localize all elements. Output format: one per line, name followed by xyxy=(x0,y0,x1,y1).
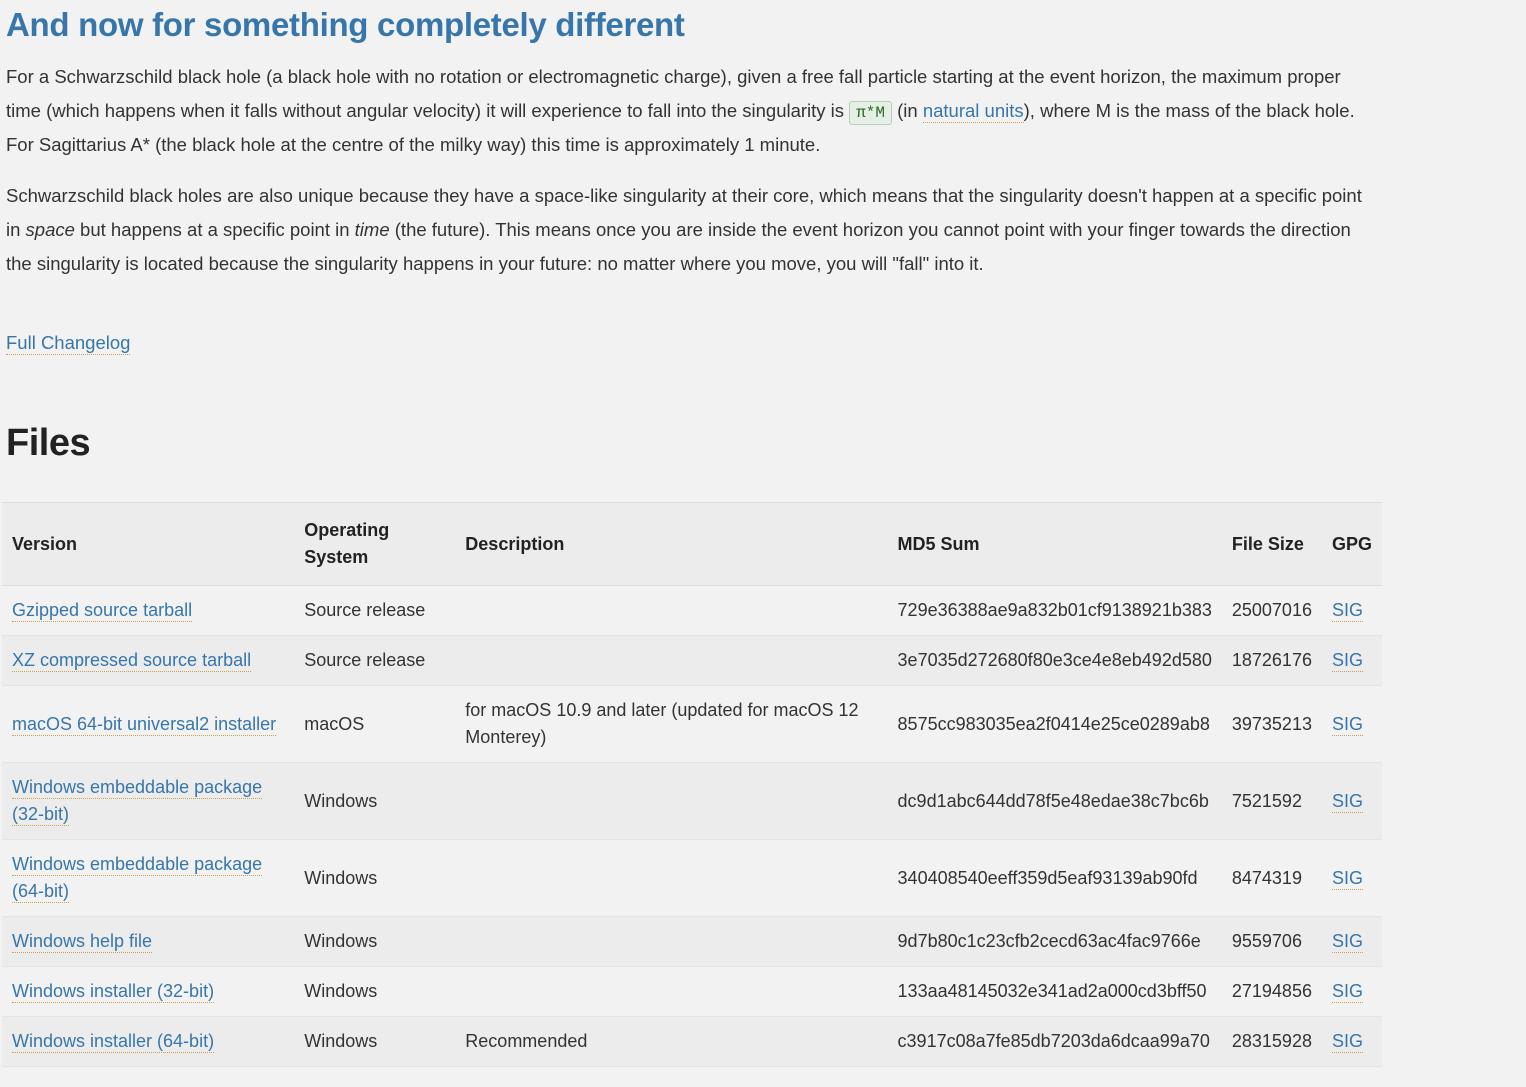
file-size: 18726176 xyxy=(1222,636,1322,686)
gpg-sig-link[interactable]: SIG xyxy=(1332,714,1363,736)
em-space: space xyxy=(26,219,75,240)
file-version-link[interactable]: Windows installer (64-bit) xyxy=(12,1031,214,1053)
file-size: 7521592 xyxy=(1222,763,1322,840)
file-description xyxy=(455,917,887,967)
file-os: Source release xyxy=(294,586,455,636)
file-version-link[interactable]: Windows embeddable package (32-bit) xyxy=(12,777,262,826)
file-md5: 340408540eeff359d5eaf93139ab90fd xyxy=(888,840,1222,917)
file-md5: 133aa48145032e341ad2a000cd3bff50 xyxy=(888,967,1222,1017)
col-version: Version xyxy=(2,503,294,586)
gpg-sig-link[interactable]: SIG xyxy=(1332,600,1363,622)
table-row: Windows embeddable package (64-bit) Windo… xyxy=(2,840,1382,917)
natural-units-link[interactable]: natural units xyxy=(923,100,1024,123)
file-description xyxy=(455,636,887,686)
table-row: Windows embeddable package (32-bit) Windo… xyxy=(2,763,1382,840)
file-description xyxy=(455,586,887,636)
file-version-link[interactable]: Gzipped source tarball xyxy=(12,600,192,622)
paragraph-blackhole-1: For a Schwarzschild black hole (a black … xyxy=(6,60,1378,163)
gpg-sig-link[interactable]: SIG xyxy=(1332,1031,1363,1053)
file-description: for macOS 10.9 and later (updated for ma… xyxy=(455,686,887,763)
col-md5: MD5 Sum xyxy=(888,503,1222,586)
gpg-sig-link[interactable]: SIG xyxy=(1332,650,1363,672)
file-os: Windows xyxy=(294,917,455,967)
gpg-sig-link[interactable]: SIG xyxy=(1332,868,1363,890)
table-row: Windows installer (64-bit) WindowsRecomme… xyxy=(2,1017,1382,1067)
text: (in xyxy=(897,100,923,121)
table-row: XZ compressed source tarball Source relea… xyxy=(2,636,1382,686)
file-description: Recommended xyxy=(455,1017,887,1067)
file-size: 28315928 xyxy=(1222,1017,1322,1067)
file-version-link[interactable]: XZ compressed source tarball xyxy=(12,650,251,672)
file-md5: c3917c08a7fe85db7203da6dcaa99a70 xyxy=(888,1017,1222,1067)
em-time: time xyxy=(355,219,390,240)
paragraph-blackhole-2: Schwarzschild black holes are also uniqu… xyxy=(6,179,1378,282)
file-size: 39735213 xyxy=(1222,686,1322,763)
file-description xyxy=(455,967,887,1017)
col-size: File Size xyxy=(1222,503,1322,586)
text: but hap­pens at a specific point in xyxy=(75,219,355,240)
file-version-link[interactable]: Windows embeddable package (64-bit) xyxy=(12,854,262,903)
file-md5: 8575cc983035ea2f0414e25ce0289ab8 xyxy=(888,686,1222,763)
file-size: 25007016 xyxy=(1222,586,1322,636)
table-row: Windows help file Windows 9d7b80c1c23cfb2c… xyxy=(2,917,1382,967)
table-header-row: Version Operating System Description MD5… xyxy=(2,503,1382,586)
file-version-link[interactable]: macOS 64-bit universal2 installer xyxy=(12,714,276,736)
file-os: macOS xyxy=(294,686,455,763)
col-description: Description xyxy=(455,503,887,586)
file-size: 8474319 xyxy=(1222,840,1322,917)
col-gpg: GPG xyxy=(1322,503,1382,586)
full-changelog-link[interactable]: Full Changelog xyxy=(6,332,130,355)
gpg-sig-link[interactable]: SIG xyxy=(1332,931,1363,953)
file-description xyxy=(455,840,887,917)
file-os: Windows xyxy=(294,1017,455,1067)
file-size: 27194856 xyxy=(1222,967,1322,1017)
changelog-block: Full Changelog xyxy=(6,326,1378,360)
files-heading: Files xyxy=(6,415,1378,472)
file-md5: dc9d1abc644dd78f5e48edae38c7bc6b xyxy=(888,763,1222,840)
file-os: Windows xyxy=(294,840,455,917)
gpg-sig-link[interactable]: SIG xyxy=(1332,791,1363,813)
col-os: Operating System xyxy=(294,503,455,586)
file-size: 9559706 xyxy=(1222,917,1322,967)
files-table: Version Operating System Description MD5… xyxy=(2,502,1382,1067)
file-md5: 3e7035d272680f80e3ce4e8eb492d580 xyxy=(888,636,1222,686)
table-row: Gzipped source tarball Source release 729e… xyxy=(2,586,1382,636)
table-row: Windows installer (32-bit) Windows 133aa48… xyxy=(2,967,1382,1017)
file-version-link[interactable]: Windows help file xyxy=(12,931,152,953)
file-os: Windows xyxy=(294,763,455,840)
file-md5: 9d7b80c1c23cfb2cecd63ac4fac9766e xyxy=(888,917,1222,967)
file-os: Source release xyxy=(294,636,455,686)
section-heading: And now for something completely differe… xyxy=(6,0,1378,50)
gpg-sig-link[interactable]: SIG xyxy=(1332,981,1363,1003)
file-md5: 729e36388ae9a832b01cf9138921b383 xyxy=(888,586,1222,636)
code-pi-m: π*M xyxy=(849,101,892,125)
table-row: macOS 64-bit universal2 installer macOSfo… xyxy=(2,686,1382,763)
file-description xyxy=(455,763,887,840)
file-version-link[interactable]: Windows installer (32-bit) xyxy=(12,981,214,1003)
file-os: Windows xyxy=(294,967,455,1017)
